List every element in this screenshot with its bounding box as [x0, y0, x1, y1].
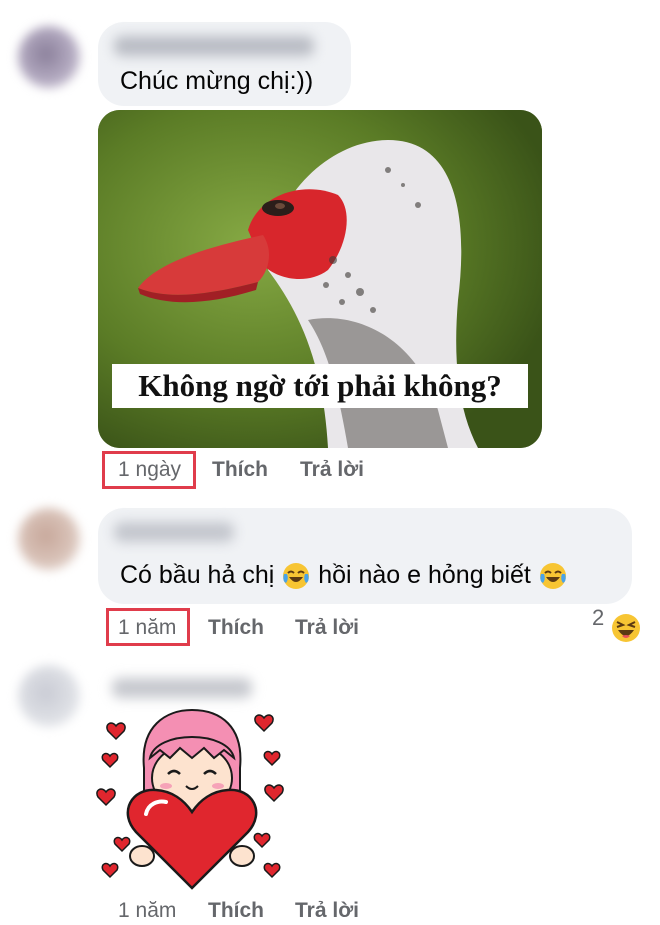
reply-button[interactable]: Trả lời — [295, 899, 359, 923]
face-with-tears-of-joy-icon — [539, 563, 566, 590]
reaction-count: 2 — [592, 605, 605, 630]
like-button[interactable]: Thích — [208, 616, 264, 640]
like-button[interactable]: Thích — [208, 899, 264, 923]
avatar[interactable] — [18, 665, 80, 727]
comment-text: Chúc mừng chị:)) — [120, 67, 314, 95]
haha-reaction-icon — [611, 613, 640, 642]
reaction-summary[interactable]: 2 — [592, 605, 641, 642]
comment-image[interactable]: Không ngờ tới phải không? — [98, 110, 542, 448]
commenter-name[interactable] — [114, 522, 234, 542]
commenter-name[interactable] — [112, 678, 252, 698]
commenter-name[interactable] — [114, 36, 314, 56]
girl-holding-heart-sticker[interactable] — [96, 706, 286, 890]
face-with-tears-of-joy-icon — [283, 563, 310, 590]
comment-timestamp[interactable]: 1 năm — [118, 616, 176, 640]
comment-timestamp[interactable]: 1 năm — [118, 899, 176, 923]
comment-bubble: Chúc mừng chị:)) — [98, 22, 351, 106]
comment-text-part: Có bầu hả chị — [120, 561, 275, 589]
image-caption: Không ngờ tới phải không? — [112, 364, 528, 408]
comment-text: Có bầu hả chị hồi nào e hỏng biết — [120, 560, 568, 591]
comment-bubble: Có bầu hả chị hồi nào e hỏng biết — [98, 508, 632, 604]
comment-text-part: hồi nào e hỏng biết — [318, 561, 531, 589]
avatar[interactable] — [18, 26, 80, 88]
like-button[interactable]: Thích — [212, 458, 268, 482]
avatar[interactable] — [18, 508, 80, 570]
reply-button[interactable]: Trả lời — [300, 458, 364, 482]
comment-timestamp[interactable]: 1 ngày — [118, 458, 181, 482]
reply-button[interactable]: Trả lời — [295, 616, 359, 640]
